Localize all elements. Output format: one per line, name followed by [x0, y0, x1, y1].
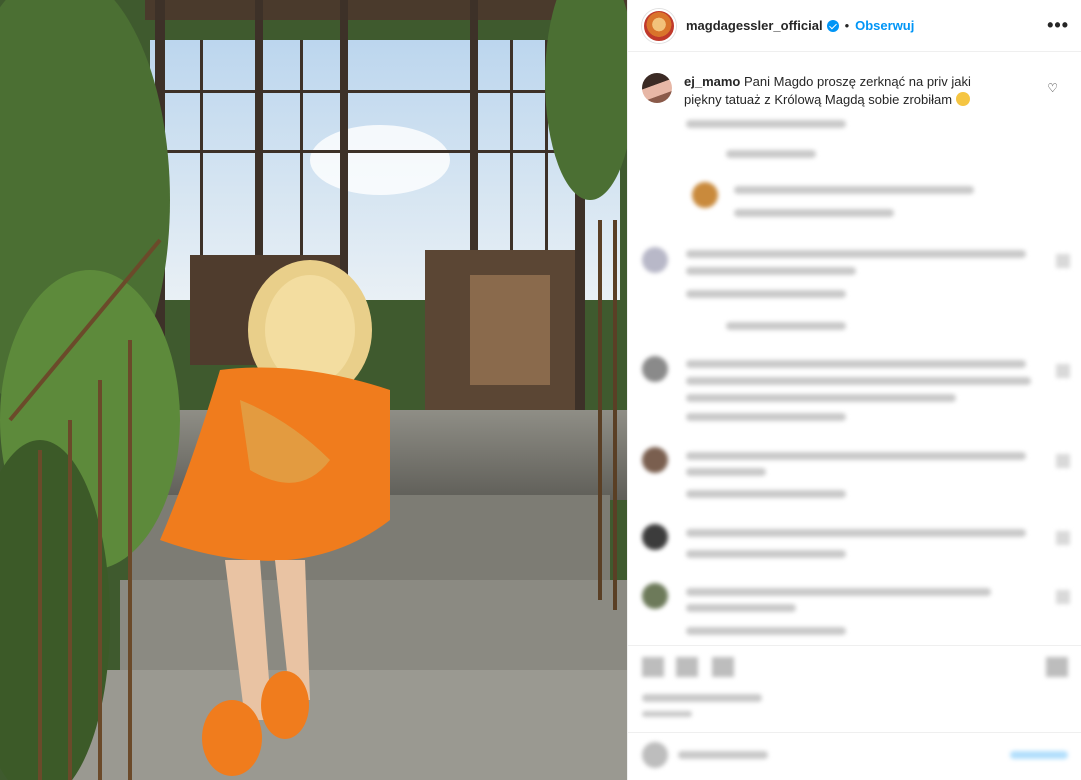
- author-username[interactable]: magdagessler_official: [686, 18, 823, 33]
- post-comment-button[interactable]: [1010, 751, 1068, 759]
- commenter-avatar[interactable]: [642, 73, 672, 103]
- follow-button[interactable]: Obserwuj: [855, 18, 914, 33]
- comment-icon[interactable]: [676, 657, 698, 677]
- heart-outline-icon[interactable]: ♡: [1047, 81, 1058, 95]
- post-image: [0, 0, 627, 780]
- composer-divider: [628, 732, 1081, 733]
- like-icon[interactable]: [642, 657, 664, 677]
- likes-count[interactable]: [642, 694, 762, 702]
- comment-input[interactable]: [678, 751, 768, 759]
- post-photo[interactable]: [0, 0, 627, 780]
- actions-divider: [628, 645, 1081, 646]
- author-avatar[interactable]: [642, 8, 676, 43]
- emoji-picker-icon[interactable]: [642, 742, 668, 768]
- bookmark-icon[interactable]: [1046, 657, 1068, 677]
- post-panel: magdagessler_official • Obserwuj ••• ej_…: [627, 0, 1081, 780]
- verified-icon: [826, 19, 839, 32]
- post-date: [642, 711, 692, 717]
- comment-body: ej_mamo Pani Magdo proszę zerknąć na pri…: [684, 73, 1006, 109]
- commenter-username[interactable]: ej_mamo: [684, 74, 740, 89]
- comment-item: ej_mamo Pani Magdo proszę zerknąć na pri…: [642, 73, 1062, 109]
- post-header: magdagessler_official • Obserwuj •••: [628, 0, 1081, 52]
- more-options-icon[interactable]: •••: [1047, 15, 1069, 36]
- share-icon[interactable]: [712, 657, 734, 677]
- separator-dot: •: [844, 18, 850, 33]
- emoji-icon: [955, 92, 970, 106]
